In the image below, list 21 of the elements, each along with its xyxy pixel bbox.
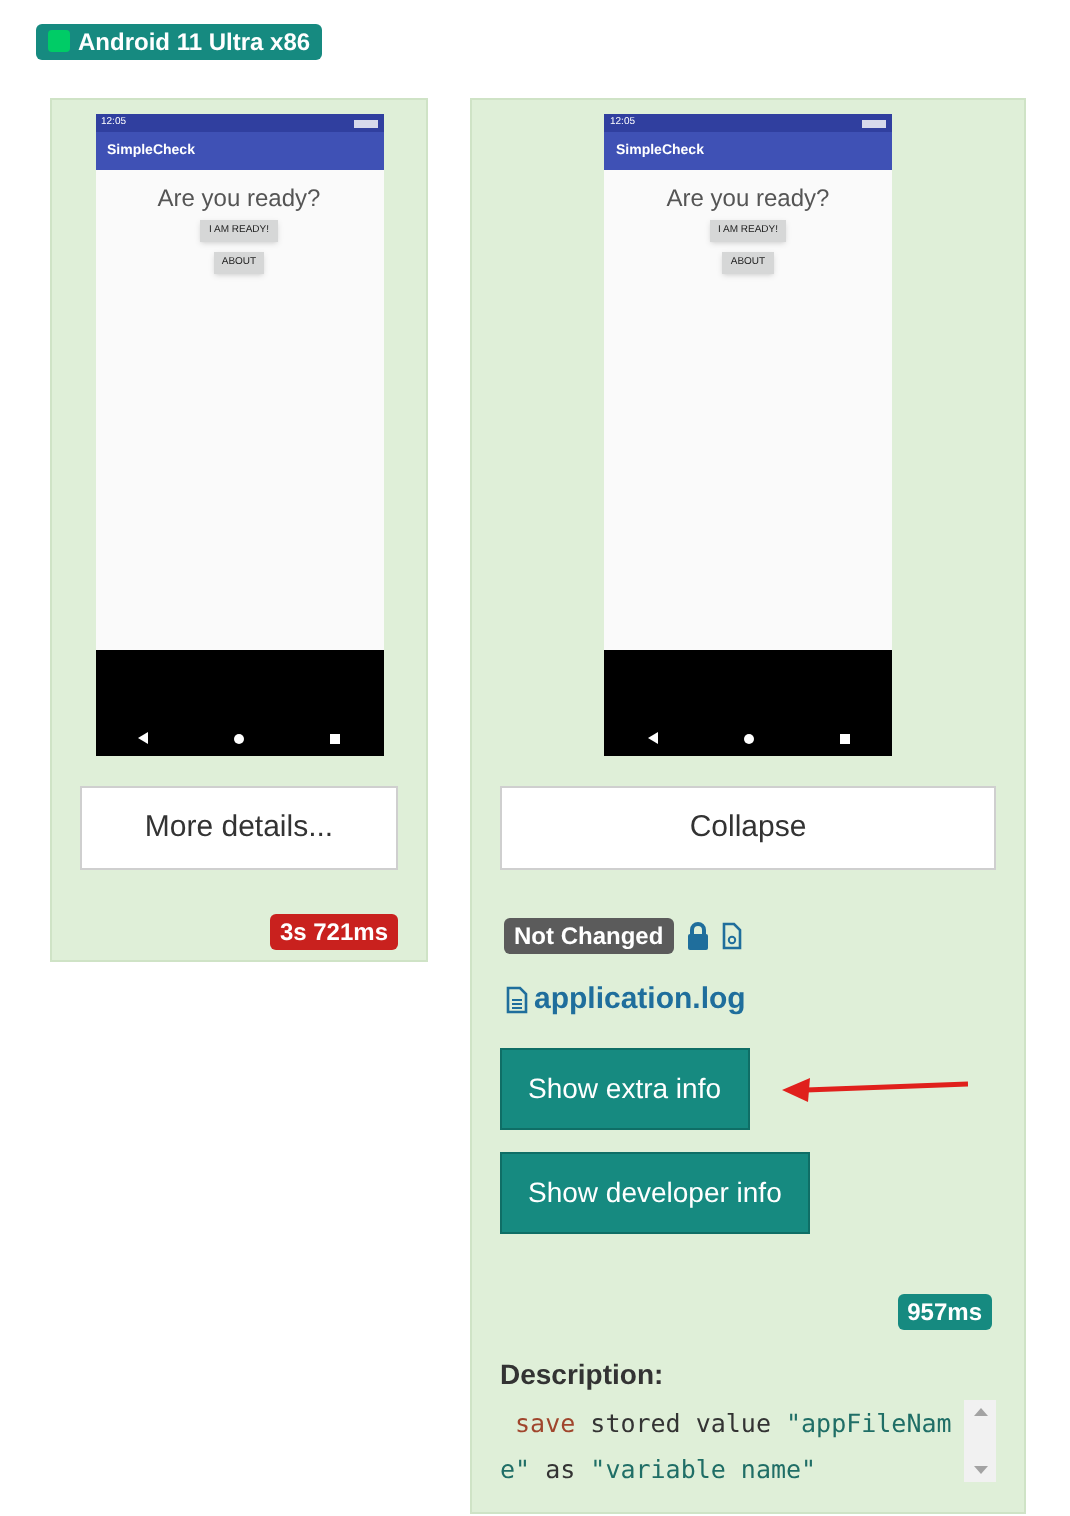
app-heading: Are you ready?	[666, 186, 830, 210]
lock-icon	[685, 922, 710, 950]
duration-badge: 3s 721ms	[269, 914, 398, 950]
duration-badge: 957ms	[897, 1293, 992, 1329]
home-icon[interactable]	[743, 734, 753, 744]
file-icon[interactable]	[721, 922, 742, 950]
home-icon[interactable]	[234, 734, 244, 744]
collapse-button[interactable]: Collapse	[500, 786, 996, 870]
back-icon[interactable]	[138, 732, 148, 744]
status-badge: Not Changed	[504, 918, 674, 954]
log-link[interactable]: application.log	[506, 978, 746, 1023]
details-button[interactable]: More details...	[80, 786, 398, 870]
action-button[interactable]: Show extra info	[500, 1047, 749, 1129]
recents-icon[interactable]	[839, 734, 849, 744]
device-badge: Android 11 Ultra x86	[36, 23, 323, 59]
action-button[interactable]: Show developer info	[500, 1151, 810, 1233]
description-label: Description:	[500, 1355, 666, 1394]
document-icon	[506, 986, 528, 1015]
code-text: save stored value "appFileName" as "variable name"	[500, 1405, 954, 1487]
back-icon[interactable]	[647, 732, 657, 744]
app-heading: Are you ready?	[157, 186, 321, 210]
